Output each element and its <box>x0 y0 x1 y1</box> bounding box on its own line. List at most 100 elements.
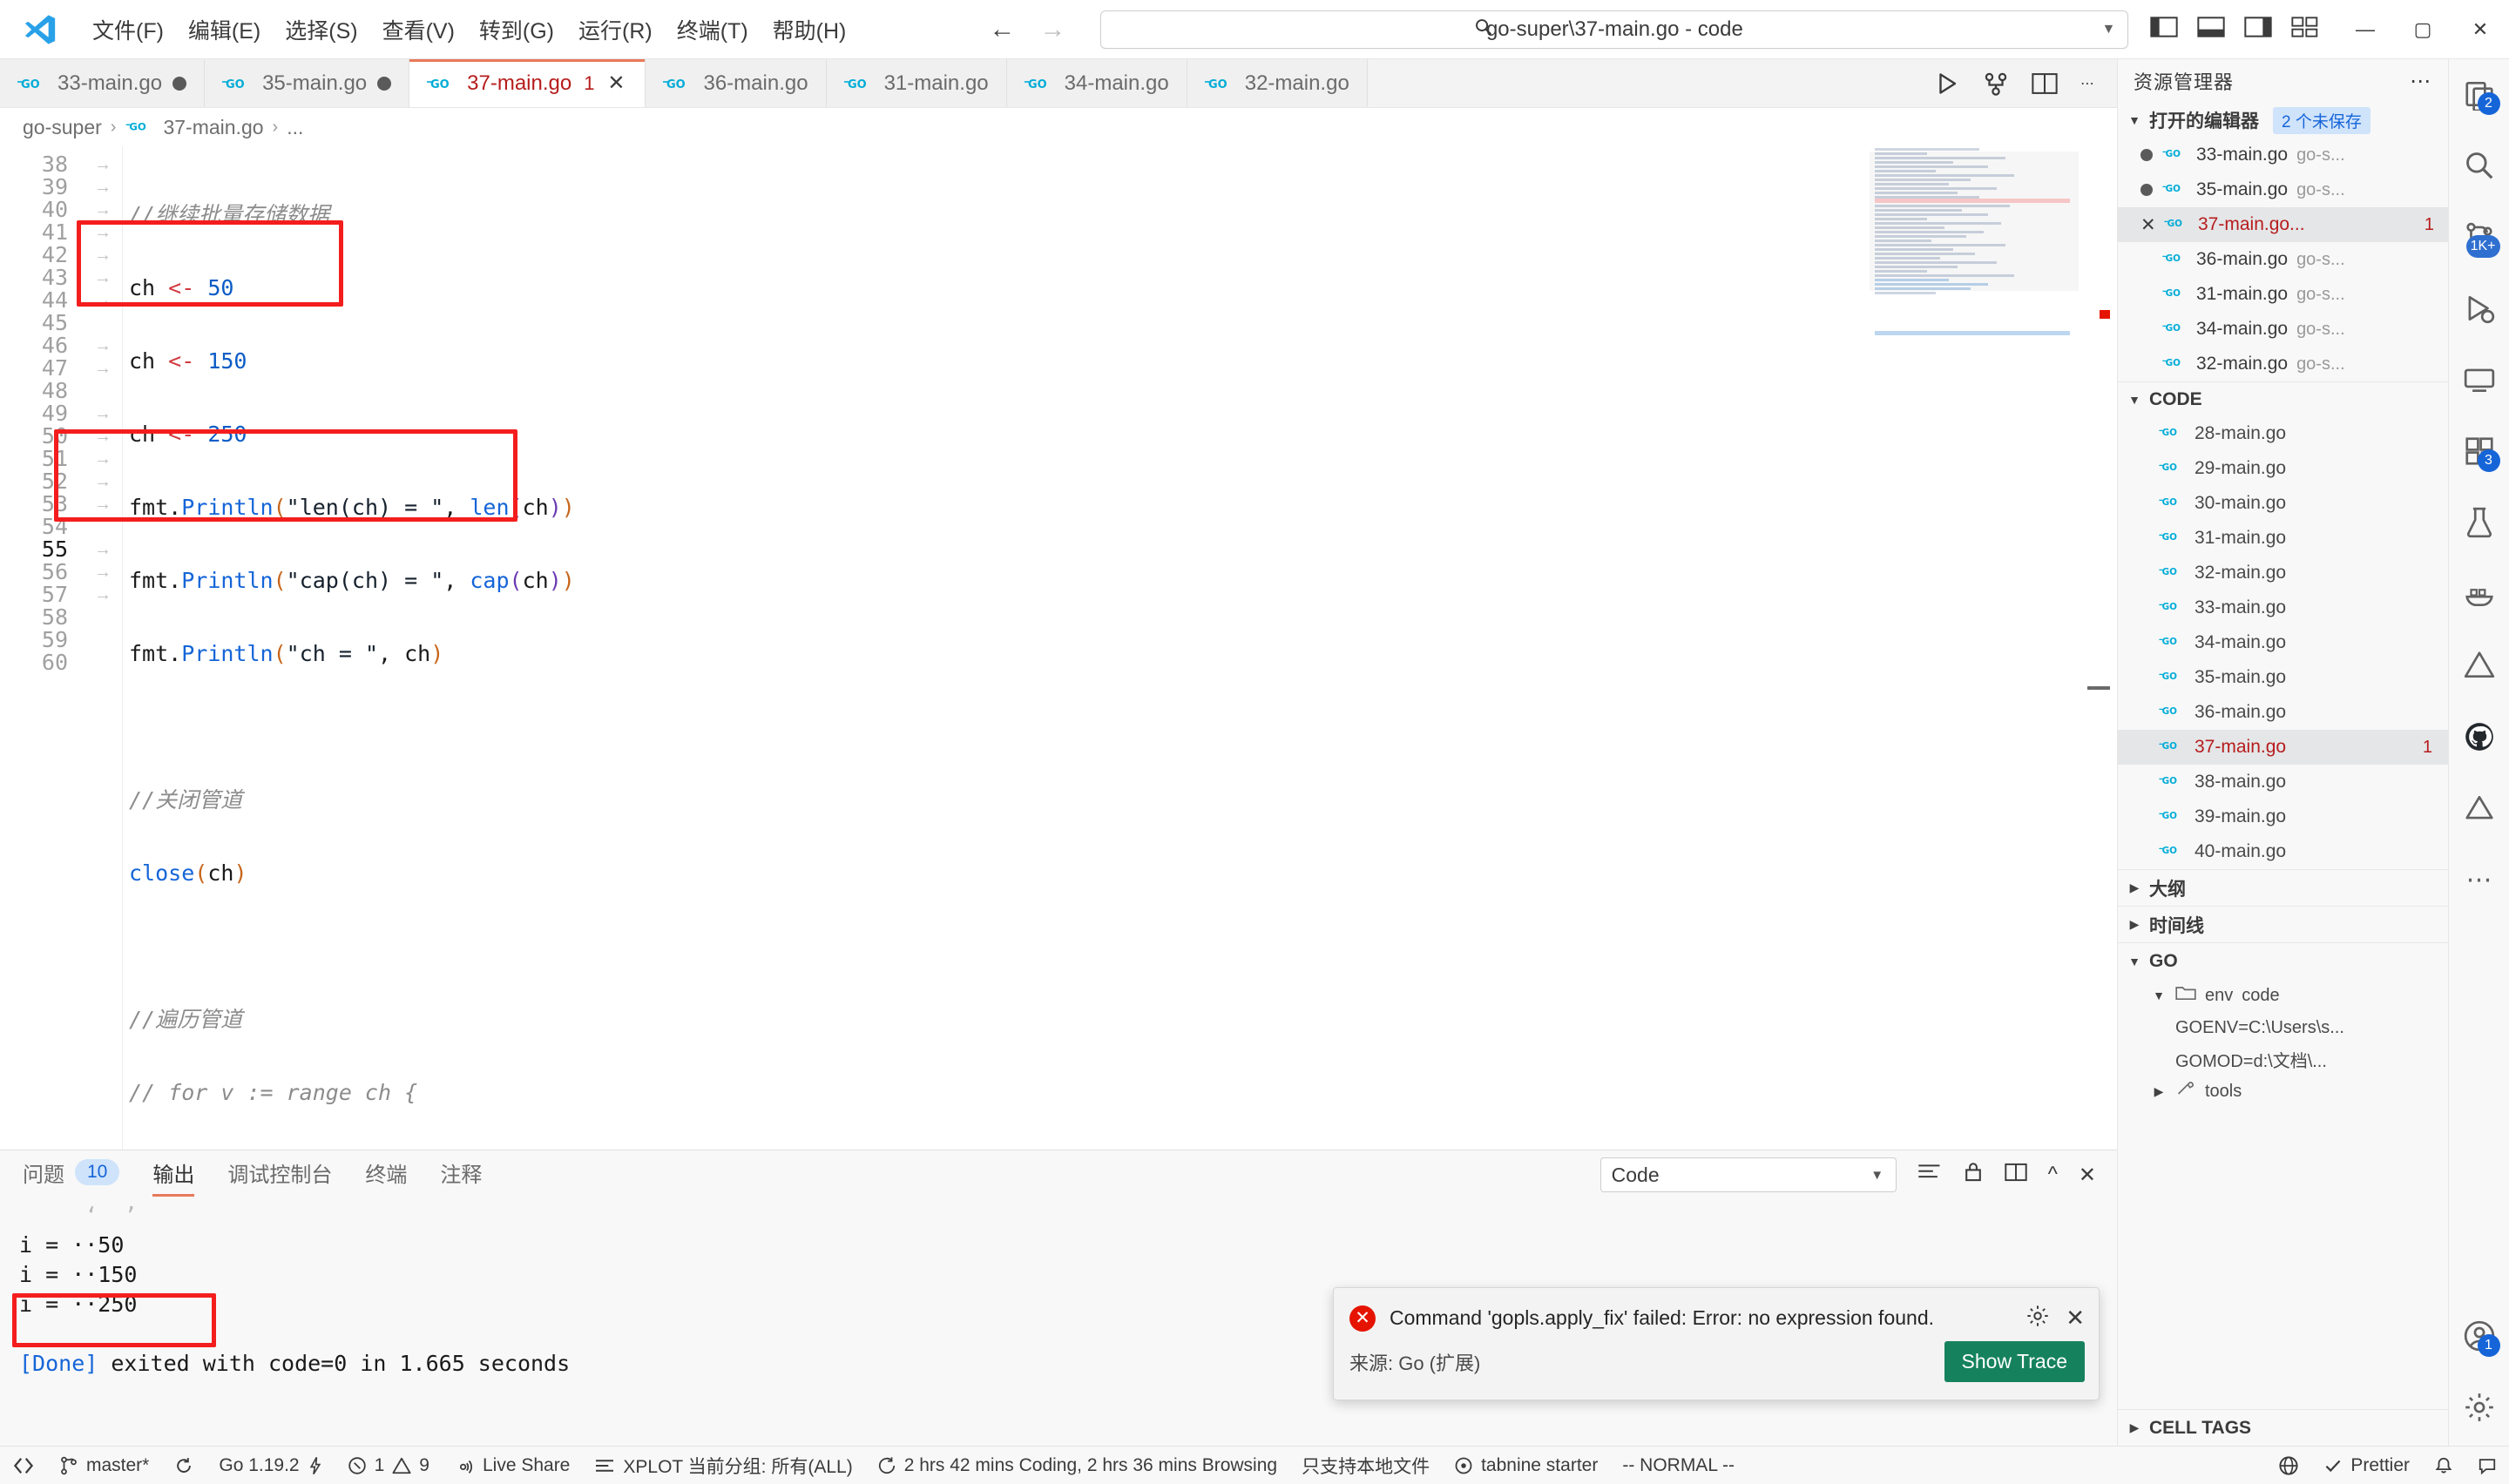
menu-help[interactable]: 帮助(H) <box>761 9 859 51</box>
search-icon[interactable] <box>2455 141 2504 190</box>
code-file-item[interactable]: GO 36-main.go <box>2118 695 2448 730</box>
go-tools-row[interactable]: ▶ tools <box>2118 1075 2448 1108</box>
open-editor-item[interactable]: GO 33-main.go go-s... <box>2118 138 2448 172</box>
code-file-item[interactable]: GO 28-main.go <box>2118 416 2448 451</box>
breadcrumb-root[interactable]: go-super <box>23 116 102 139</box>
menu-go[interactable]: 转到(G) <box>467 9 566 51</box>
status-notifications[interactable] <box>2422 1447 2465 1484</box>
code-file-item[interactable]: GO 35-main.go <box>2118 660 2448 695</box>
menu-run[interactable]: 运行(R) <box>566 9 665 51</box>
menu-view[interactable]: 查看(V) <box>370 9 467 51</box>
gear-icon[interactable] <box>2025 1304 2050 1332</box>
status-tabnine[interactable]: tabnine starter <box>1442 1447 1610 1484</box>
remote-explorer-icon[interactable] <box>2455 355 2504 404</box>
extensions-icon[interactable]: 3 <box>2455 427 2504 476</box>
dirty-indicator[interactable] <box>172 76 187 91</box>
dirty-indicator[interactable] <box>2140 149 2153 161</box>
testing-icon[interactable] <box>2455 498 2504 547</box>
split-editor-icon[interactable] <box>2032 71 2058 96</box>
back-arrow-icon[interactable]: ← <box>989 16 1015 43</box>
tab-32-main-go[interactable]: GO 32-main.go <box>1187 59 1368 107</box>
run-and-debug-icon[interactable] <box>1983 71 2009 97</box>
status-go-version[interactable]: Go 1.19.2 <box>206 1447 335 1484</box>
status-wakatime[interactable]: 2 hrs 42 mins Coding, 2 hrs 36 mins Brow… <box>865 1447 1289 1484</box>
notification-toast[interactable]: ✕ Command 'gopls.apply_fix' failed: Erro… <box>1333 1287 2100 1400</box>
minimap[interactable] <box>1870 146 2079 1150</box>
settings-gear-icon[interactable] <box>2455 1383 2504 1432</box>
section-code[interactable]: ▼ CODE <box>2118 381 2448 416</box>
open-editor-item[interactable]: GO 35-main.go go-s... <box>2118 172 2448 207</box>
menu-terminal[interactable]: 终端(T) <box>665 9 761 51</box>
status-local-only[interactable]: 只支持本地文件 <box>1289 1447 1442 1484</box>
section-cell-tags[interactable]: ▶ CELL TAGS <box>2118 1409 2448 1446</box>
open-editor-item[interactable]: GO 34-main.go go-s... <box>2118 312 2448 347</box>
error-overview-marker[interactable] <box>2100 310 2110 319</box>
tab-36-main-go[interactable]: GO 36-main.go <box>646 59 827 107</box>
go-env-gomod[interactable]: GOMOD=d:\文档\... <box>2118 1043 2448 1075</box>
code-file-item[interactable]: GO 32-main.go <box>2118 556 2448 590</box>
menu-file[interactable]: 文件(F) <box>80 9 176 51</box>
split-panel-icon[interactable] <box>2004 1162 2027 1189</box>
status-feedback[interactable] <box>2465 1447 2509 1484</box>
open-editor-item[interactable]: GO 31-main.go go-s... <box>2118 277 2448 312</box>
code-file-item[interactable]: GO 40-main.go <box>2118 834 2448 869</box>
panel-tab-comments[interactable]: 注释 <box>440 1157 482 1193</box>
dirty-indicator[interactable] <box>377 76 392 91</box>
code-content[interactable]: //继续批量存储数据 ch <- 50 ch <- 150 ch <- 250 … <box>122 146 2117 1150</box>
tab-31-main-go[interactable]: GO 31-main.go <box>826 59 1007 107</box>
tab-37-main-go[interactable]: GO 37-main.go 1 ✕ <box>409 59 646 107</box>
close-icon[interactable]: ✕ <box>2140 214 2156 236</box>
menu-edit[interactable]: 编辑(E) <box>176 9 273 51</box>
section-open-editors[interactable]: ▼ 打开的编辑器 2 个未保存 <box>2118 103 2448 138</box>
show-trace-button[interactable]: Show Trace <box>1944 1341 2085 1382</box>
customize-layout-icon[interactable] <box>2291 15 2319 44</box>
toggle-primary-sidebar-icon[interactable] <box>2150 15 2178 44</box>
more-actions-icon[interactable]: ⋯ <box>2080 75 2094 92</box>
command-center[interactable]: go-super\37-main.go - code ▼ <box>1100 10 2129 49</box>
code-editor[interactable]: 38 39 40 41 42 43 44 45 46 47 48 49 50 5… <box>0 146 2117 1150</box>
breadcrumb-tail[interactable]: ... <box>287 116 303 139</box>
clear-output-icon[interactable] <box>1917 1162 1942 1189</box>
git-branch-icon[interactable]: 1K+ <box>2455 212 2504 261</box>
section-go[interactable]: ▼ GO <box>2118 942 2448 979</box>
code-file-item[interactable]: GO 31-main.go <box>2118 521 2448 556</box>
open-editor-item[interactable]: GO 32-main.go go-s... <box>2118 347 2448 381</box>
breadcrumb-file[interactable]: 37-main.go <box>163 116 263 139</box>
editor-scrollbar[interactable] <box>2079 146 2117 1150</box>
dirty-indicator[interactable] <box>2140 184 2153 196</box>
triangle-icon[interactable] <box>2455 784 2504 833</box>
sidebar-more-icon[interactable]: ⋯ <box>2410 69 2432 94</box>
panel-tab-output[interactable]: 输出 <box>152 1157 195 1197</box>
docker-icon[interactable] <box>2455 570 2504 618</box>
status-live-share[interactable]: Live Share <box>442 1447 582 1484</box>
close-icon[interactable]: ✕ <box>2066 1305 2085 1332</box>
window-close-button[interactable]: ✕ <box>2452 0 2509 59</box>
status-problems[interactable]: 1 9 <box>335 1447 442 1484</box>
chevron-down-icon[interactable]: ▼ <box>2102 22 2116 37</box>
go-env-goenv[interactable]: GOENV=C:\Users\s... <box>2118 1012 2448 1043</box>
tab-33-main-go[interactable]: GO 33-main.go <box>0 59 206 107</box>
status-xplot[interactable]: XPLOT 当前分组: 所有(ALL) <box>582 1447 864 1484</box>
menu-selection[interactable]: 选择(S) <box>273 9 369 51</box>
run-debug-icon[interactable] <box>2455 284 2504 333</box>
status-globe[interactable] <box>2266 1447 2311 1484</box>
code-file-item[interactable]: GO 38-main.go <box>2118 765 2448 799</box>
output-channel-select[interactable]: Code ▼ <box>1599 1157 1897 1192</box>
panel-tab-debug-console[interactable]: 调试控制台 <box>227 1157 332 1193</box>
more-icon[interactable]: ⋯ <box>2455 855 2504 904</box>
go-env-row[interactable]: ▼ env code <box>2118 979 2448 1012</box>
status-branch[interactable]: master* <box>47 1447 161 1484</box>
section-outline[interactable]: ▶ 大纲 <box>2118 869 2448 906</box>
panel-tab-terminal[interactable]: 终端 <box>365 1157 407 1193</box>
code-file-item[interactable]: GO 34-main.go <box>2118 625 2448 660</box>
code-file-item[interactable]: GO 30-main.go <box>2118 486 2448 521</box>
status-prettier[interactable]: Prettier <box>2311 1447 2422 1484</box>
toggle-secondary-sidebar-icon[interactable] <box>2244 15 2272 44</box>
code-file-item[interactable]: GO 29-main.go <box>2118 451 2448 486</box>
status-remote[interactable] <box>0 1447 47 1484</box>
maximize-panel-icon[interactable]: ^ <box>2048 1163 2058 1187</box>
tab-close-icon[interactable]: ✕ <box>605 71 627 96</box>
close-panel-icon[interactable]: ✕ <box>2079 1163 2096 1188</box>
fold-gutter[interactable]: → → → → → → → → → → → → → → → → → <box>84 146 122 1150</box>
toggle-panel-icon[interactable] <box>2197 15 2225 44</box>
